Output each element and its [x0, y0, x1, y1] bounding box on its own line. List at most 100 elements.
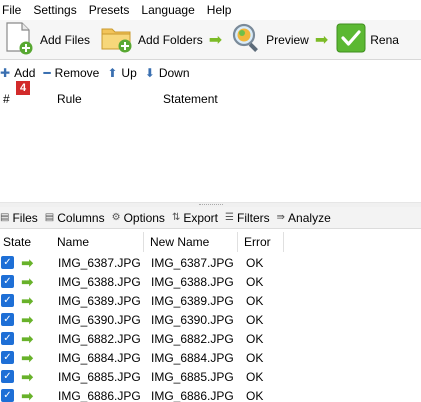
file-name: IMG_6387.JPG: [58, 256, 141, 270]
options-label: Options: [123, 210, 165, 225]
add-rule-button[interactable]: ✚ Add: [0, 66, 35, 80]
file-new-name: IMG_6387.JPG: [151, 256, 234, 270]
export-menu-button[interactable]: ⇅ Export: [172, 211, 218, 225]
file-name: IMG_6885.JPG: [58, 370, 141, 384]
row-checkbox[interactable]: ✓: [1, 256, 14, 269]
menu-language[interactable]: Language: [135, 3, 200, 17]
file-new-name: IMG_6885.JPG: [151, 370, 234, 384]
table-row[interactable]: ✓ ➡ IMG_6885.JPG IMG_6885.JPG OK: [0, 368, 421, 387]
file-name: IMG_6886.JPG: [58, 389, 141, 402]
menu-presets[interactable]: Presets: [83, 3, 136, 17]
status-arrow-icon: ➡: [21, 293, 34, 310]
status-arrow-icon: ➡: [21, 312, 34, 329]
rules-col-statement[interactable]: Statement: [163, 92, 218, 106]
file-name: IMG_6390.JPG: [58, 313, 141, 327]
arrow-up-icon: ⬆: [107, 66, 118, 80]
filters-icon: ☰: [225, 212, 234, 223]
status-arrow-icon: ➡: [21, 388, 34, 402]
add-folders-icon: [100, 23, 134, 56]
menu-file[interactable]: File: [0, 3, 27, 17]
file-new-name: IMG_6884.JPG: [151, 351, 234, 365]
options-icon: ⚙: [111, 212, 121, 223]
minus-icon: ━: [43, 66, 51, 80]
table-row[interactable]: ✓ ➡ IMG_6389.JPG IMG_6389.JPG OK: [0, 292, 421, 311]
add-files-button[interactable]: Add Files: [2, 20, 92, 60]
remove-rule-button[interactable]: ━ Remove: [43, 66, 99, 80]
preview-magnifier-icon: [230, 22, 262, 57]
row-checkbox[interactable]: ✓: [1, 389, 14, 402]
files-toolbar: ▤ Files ▤ Columns ⚙ Options ⇅ Export ☰ F…: [0, 207, 421, 229]
row-checkbox[interactable]: ✓: [1, 294, 14, 307]
status-arrow-icon: ➡: [21, 255, 34, 272]
columns-label: Columns: [57, 210, 105, 225]
analyze-label: Analyze: [288, 210, 331, 225]
menu-settings[interactable]: Settings: [27, 3, 82, 17]
file-error: OK: [246, 275, 264, 289]
col-name[interactable]: Name: [57, 235, 89, 249]
files-icon: ▤: [0, 212, 10, 223]
table-row[interactable]: ✓ ➡ IMG_6388.JPG IMG_6388.JPG OK: [0, 273, 421, 292]
table-row[interactable]: ✓ ➡ IMG_6387.JPG IMG_6387.JPG OK: [0, 254, 421, 273]
table-row[interactable]: ✓ ➡ IMG_6886.JPG IMG_6886.JPG OK: [0, 387, 421, 402]
move-down-label: Down: [158, 66, 190, 80]
row-checkbox[interactable]: ✓: [1, 370, 14, 383]
export-label: Export: [183, 210, 219, 225]
table-row[interactable]: ✓ ➡ IMG_6884.JPG IMG_6884.JPG OK: [0, 349, 421, 368]
status-arrow-icon: ➡: [21, 369, 34, 386]
arrow-right-icon: ➡: [314, 31, 329, 49]
checkmark-icon: [336, 23, 366, 56]
file-error: OK: [246, 256, 264, 270]
file-new-name: IMG_6886.JPG: [151, 389, 234, 402]
files-menu-button[interactable]: ▤ Files: [0, 211, 38, 225]
row-checkbox[interactable]: ✓: [1, 351, 14, 364]
splitter-grip: [199, 204, 223, 206]
columns-menu-button[interactable]: ▤ Columns: [45, 211, 105, 225]
row-checkbox[interactable]: ✓: [1, 313, 14, 326]
analyze-menu-button[interactable]: ⇛ Analyze: [277, 211, 331, 225]
filters-label: Filters: [236, 210, 270, 225]
rules-col-rule[interactable]: Rule: [57, 92, 82, 106]
files-grid: State Name New Name Error ✓ ➡ IMG_6387.J…: [0, 230, 421, 402]
preview-label: Preview: [266, 32, 309, 47]
move-up-label: Up: [121, 66, 137, 80]
rename-label: Rena: [370, 32, 399, 47]
row-checkbox[interactable]: ✓: [1, 332, 14, 345]
row-checkbox[interactable]: ✓: [1, 275, 14, 288]
analyze-icon: ⇛: [276, 212, 286, 223]
add-folders-button[interactable]: Add Folders: [98, 20, 205, 60]
col-separator[interactable]: [283, 232, 284, 252]
move-down-button[interactable]: ⬇ Down: [145, 66, 190, 80]
arrow-down-icon: ⬇: [144, 66, 155, 80]
file-name: IMG_6882.JPG: [58, 332, 141, 346]
rules-header: # Rule Statement: [0, 88, 421, 112]
file-name: IMG_6388.JPG: [58, 275, 141, 289]
arrow-right-icon: ➡: [208, 31, 223, 49]
main-toolbar: Add Files Add Folders ➡ Preview ➡ Rena: [0, 20, 421, 60]
col-separator[interactable]: [143, 232, 144, 252]
rename-button[interactable]: Rena: [334, 20, 401, 60]
file-name: IMG_6389.JPG: [58, 294, 141, 308]
menu-help[interactable]: Help: [201, 3, 238, 17]
col-separator[interactable]: [237, 232, 238, 252]
preview-button[interactable]: Preview: [228, 20, 311, 60]
status-arrow-icon: ➡: [21, 331, 34, 348]
rules-col-number[interactable]: #: [3, 92, 10, 106]
table-row[interactable]: ✓ ➡ IMG_6390.JPG IMG_6390.JPG OK: [0, 311, 421, 330]
file-new-name: IMG_6388.JPG: [151, 275, 234, 289]
move-up-button[interactable]: ⬆ Up: [107, 66, 136, 80]
options-menu-button[interactable]: ⚙ Options: [112, 211, 165, 225]
file-new-name: IMG_6389.JPG: [151, 294, 234, 308]
plus-icon: ✚: [0, 66, 11, 80]
add-folders-label: Add Folders: [138, 32, 203, 47]
table-row[interactable]: ✓ ➡ IMG_6882.JPG IMG_6882.JPG OK: [0, 330, 421, 349]
file-new-name: IMG_6882.JPG: [151, 332, 234, 346]
file-error: OK: [246, 332, 264, 346]
col-error[interactable]: Error: [244, 235, 271, 249]
filters-menu-button[interactable]: ☰ Filters: [225, 211, 270, 225]
file-error: OK: [246, 389, 264, 402]
add-rule-label: Add: [14, 66, 36, 80]
remove-rule-label: Remove: [54, 66, 100, 80]
export-icon: ⇅: [171, 212, 181, 223]
col-new-name[interactable]: New Name: [150, 235, 209, 249]
col-state[interactable]: State: [3, 235, 31, 249]
